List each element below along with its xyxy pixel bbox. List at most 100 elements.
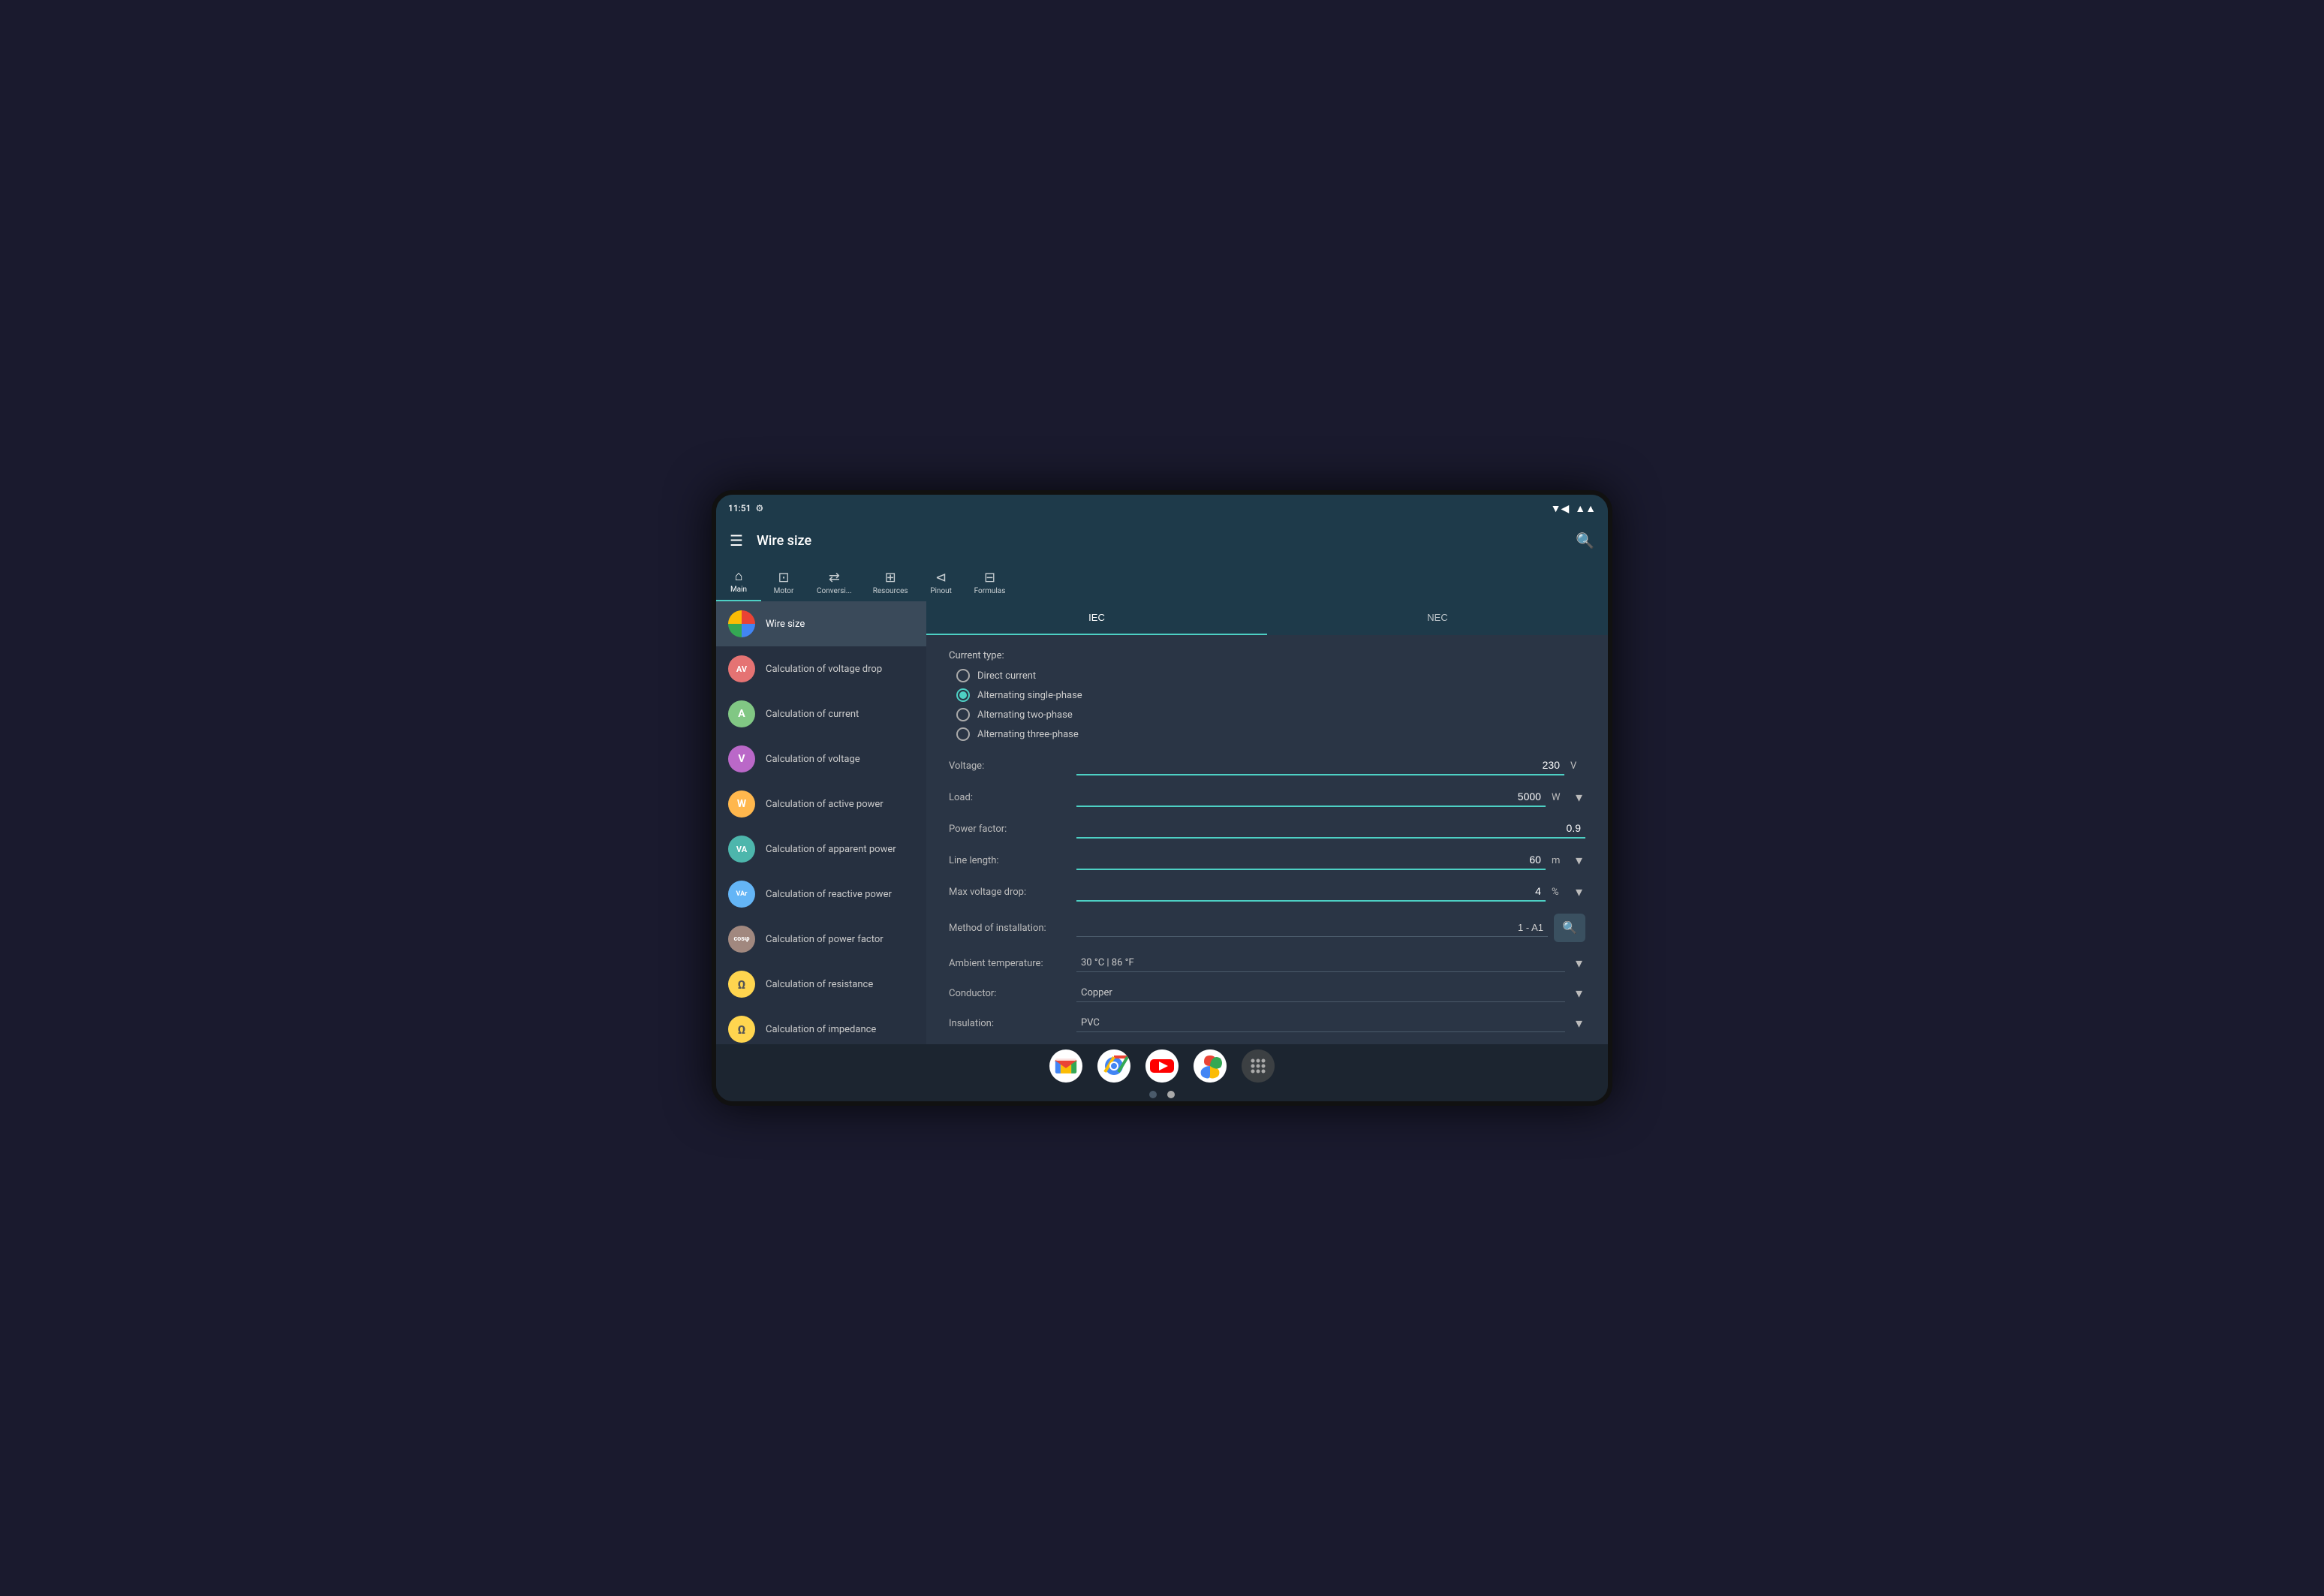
max-voltage-drop-unit-dropdown[interactable]: ▾ xyxy=(1573,884,1585,900)
status-right: ▼◀ ▲▲ xyxy=(1551,502,1596,515)
status-left: 11:51 ⚙ xyxy=(728,503,763,513)
formulas-icon: ⊟ xyxy=(984,570,995,586)
radio-circle-ac1 xyxy=(956,688,970,702)
nav-tab-formulas[interactable]: ⊟ Formulas xyxy=(964,565,1016,601)
power-factor-label: Power factor: xyxy=(949,824,1069,835)
voltage-input[interactable] xyxy=(1076,756,1564,775)
nav-tab-formulas-label: Formulas xyxy=(974,587,1006,595)
radio-ac-single[interactable]: Alternating single-phase xyxy=(956,688,1585,702)
line-length-unit-dropdown[interactable]: ▾ xyxy=(1573,853,1585,869)
tab-bar: IEC NEC xyxy=(926,601,1608,635)
taskbar-apps-grid[interactable] xyxy=(1242,1049,1275,1083)
sidebar-item-wire-size[interactable]: Wire size xyxy=(716,601,926,646)
nav-tab-motor-label: Motor xyxy=(774,587,794,595)
sidebar-item-voltage[interactable]: V Calculation of voltage xyxy=(716,736,926,781)
nav-tab-pinout[interactable]: ⊲ Pinout xyxy=(919,565,964,601)
load-unit: W xyxy=(1552,792,1567,803)
right-panel: IEC NEC Current type: Direct current xyxy=(926,601,1608,1044)
nav-tab-resources-label: Resources xyxy=(873,587,908,595)
max-voltage-drop-row: Max voltage drop: % ▾ xyxy=(949,882,1585,902)
load-unit-dropdown[interactable]: ▾ xyxy=(1573,790,1585,806)
taskbar xyxy=(716,1044,1608,1088)
nav-tab-main[interactable]: ⌂ Main xyxy=(716,564,761,601)
power-factor-input[interactable] xyxy=(1076,819,1585,839)
nav-tab-resources[interactable]: ⊞ Resources xyxy=(862,565,919,601)
ambient-temp-row: Ambient temperature: 30 °C | 86 °F ▾ xyxy=(949,954,1585,972)
line-length-input-wrap: m ▾ xyxy=(1076,851,1585,870)
line-length-input[interactable] xyxy=(1076,851,1546,870)
motor-icon: ⊡ xyxy=(778,570,789,586)
conductor-dropdown[interactable]: ▾ xyxy=(1573,986,1585,1001)
tab-nec[interactable]: NEC xyxy=(1267,601,1608,635)
radio-label-ac1: Alternating single-phase xyxy=(977,690,1082,701)
sidebar-item-power-factor[interactable]: cosφ Calculation of power factor xyxy=(716,917,926,962)
nav-tab-motor[interactable]: ⊡ Motor xyxy=(761,565,806,601)
method-label: Method of installation: xyxy=(949,923,1069,934)
resources-icon: ⊞ xyxy=(885,570,896,586)
sidebar-item-reactive-power-label: Calculation of reactive power xyxy=(766,889,892,900)
settings-icon: ⚙ xyxy=(755,503,763,513)
radio-inner-ac1 xyxy=(959,691,967,699)
line-length-row: Line length: m ▾ xyxy=(949,851,1585,870)
conductor-row: Conductor: Copper ▾ xyxy=(949,984,1585,1002)
taskbar-gmail[interactable] xyxy=(1049,1049,1082,1083)
insulation-dropdown[interactable]: ▾ xyxy=(1573,1016,1585,1031)
load-row: Load: W ▾ xyxy=(949,787,1585,807)
voltage-row: Voltage: V xyxy=(949,756,1585,775)
sidebar-item-impedance-label: Calculation of impedance xyxy=(766,1024,876,1035)
taskbar-photos[interactable] xyxy=(1194,1049,1227,1083)
method-search-icon: 🔍 xyxy=(1562,920,1577,935)
line-length-label: Line length: xyxy=(949,855,1069,866)
sidebar-item-resistance[interactable]: Ω Calculation of resistance xyxy=(716,962,926,1007)
apparent-power-icon: VA xyxy=(728,836,755,863)
sidebar-item-active-power-label: Calculation of active power xyxy=(766,799,884,810)
nav-tab-conversi[interactable]: ⇄ Conversi... xyxy=(806,565,862,601)
radio-circle-dc xyxy=(956,669,970,682)
sidebar-item-current[interactable]: A Calculation of current xyxy=(716,691,926,736)
load-label: Load: xyxy=(949,792,1069,803)
radio-group: Direct current Alternating single-phase xyxy=(949,669,1585,741)
sidebar-item-apparent-power[interactable]: VA Calculation of apparent power xyxy=(716,827,926,872)
max-voltage-drop-label: Max voltage drop: xyxy=(949,887,1069,898)
hamburger-menu-button[interactable]: ☰ xyxy=(727,528,746,553)
nav-dot-2 xyxy=(1167,1091,1175,1098)
sidebar-item-reactive-power[interactable]: VAr Calculation of reactive power xyxy=(716,872,926,917)
insulation-value: PVC xyxy=(1076,1014,1565,1032)
radio-ac-two[interactable]: Alternating two-phase xyxy=(956,708,1585,721)
sidebar-item-wire-size-label: Wire size xyxy=(766,619,805,630)
home-icon: ⌂ xyxy=(735,568,743,584)
method-input-wrap: 🔍 xyxy=(1076,914,1585,942)
method-input[interactable] xyxy=(1076,919,1548,937)
active-power-icon: W xyxy=(728,790,755,818)
line-length-unit: m xyxy=(1552,855,1567,866)
sidebar-item-active-power[interactable]: W Calculation of active power xyxy=(716,781,926,827)
max-voltage-drop-input[interactable] xyxy=(1076,882,1546,902)
taskbar-chrome[interactable] xyxy=(1097,1049,1130,1083)
voltage-unit: V xyxy=(1570,760,1585,772)
method-search-button[interactable]: 🔍 xyxy=(1554,914,1585,942)
conductor-label: Conductor: xyxy=(949,988,1069,999)
tab-iec[interactable]: IEC xyxy=(926,601,1267,635)
max-voltage-drop-unit: % xyxy=(1552,887,1567,898)
sidebar-item-volt-drop[interactable]: AV Calculation of voltage drop xyxy=(716,646,926,691)
sidebar-item-impedance[interactable]: Ω Calculation of impedance xyxy=(716,1007,926,1044)
ambient-temp-value: 30 °C | 86 °F xyxy=(1076,954,1565,972)
radio-ac-three[interactable]: Alternating three-phase xyxy=(956,727,1585,741)
voltage-label: Voltage: xyxy=(949,760,1069,772)
time-display: 11:51 xyxy=(728,503,751,513)
nav-tab-main-label: Main xyxy=(730,586,747,594)
radio-direct-current[interactable]: Direct current xyxy=(956,669,1585,682)
load-input[interactable] xyxy=(1076,787,1546,807)
taskbar-youtube[interactable] xyxy=(1145,1049,1179,1083)
volt-drop-icon: AV xyxy=(728,655,755,682)
sidebar-item-volt-drop-label: Calculation of voltage drop xyxy=(766,664,882,675)
insulation-row: Insulation: PVC ▾ xyxy=(949,1014,1585,1032)
current-type-label: Current type: xyxy=(949,650,1585,661)
nav-tab-pinout-label: Pinout xyxy=(930,587,952,595)
sidebar-item-resistance-label: Calculation of resistance xyxy=(766,979,873,990)
app-title: Wire size xyxy=(757,533,1562,549)
search-button[interactable]: 🔍 xyxy=(1573,528,1597,553)
ambient-temp-dropdown[interactable]: ▾ xyxy=(1573,956,1585,971)
wire-size-icon xyxy=(728,610,755,637)
signal-icon: ▲▲ xyxy=(1575,502,1596,515)
